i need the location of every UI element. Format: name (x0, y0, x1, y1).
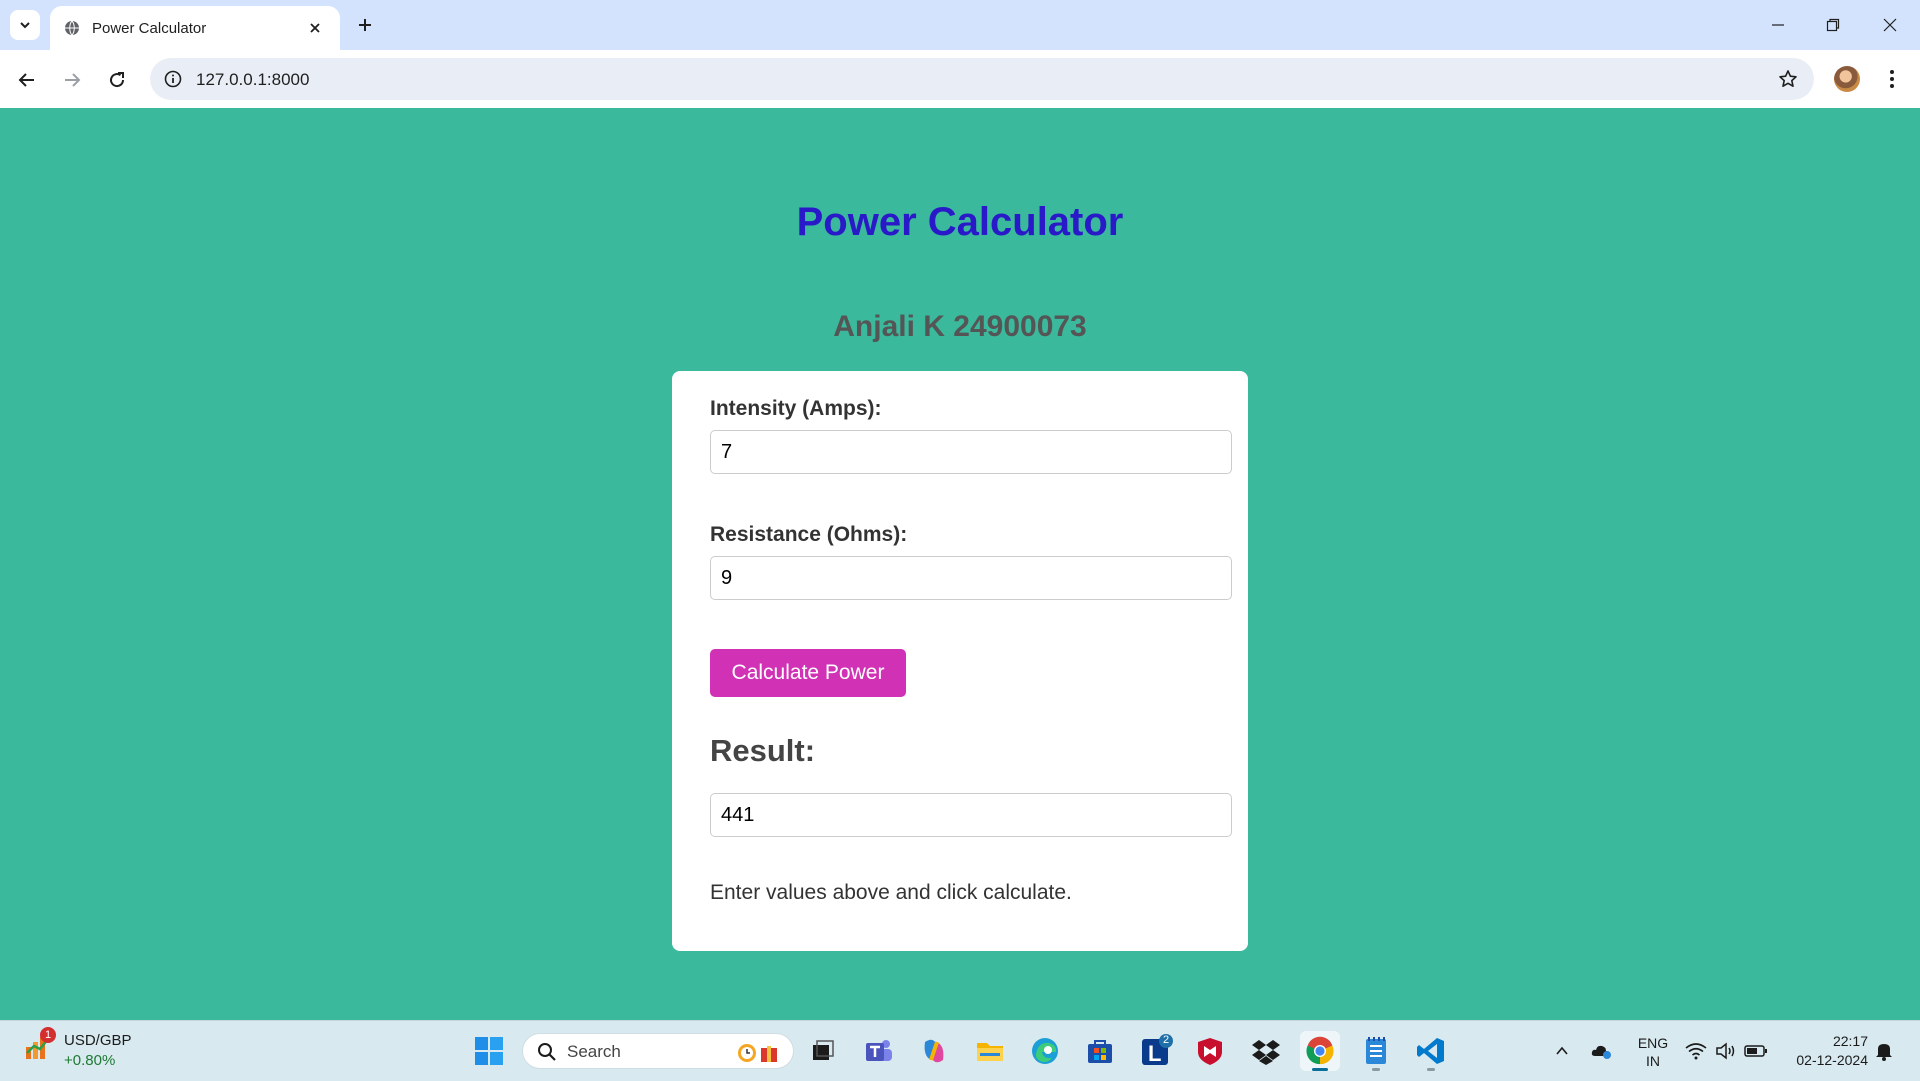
globe-icon (65, 20, 79, 36)
running-app-indicator (1372, 1068, 1380, 1071)
app-badge-count: 2 (1163, 1034, 1170, 1046)
search-label: Search (567, 1042, 621, 1061)
task-view-icon[interactable] (803, 1031, 843, 1071)
intensity-label: Intensity (Amps): (710, 397, 882, 420)
taskbar-search[interactable]: Search (522, 1033, 794, 1069)
page-subtitle: Anjali K 24900073 (833, 310, 1087, 343)
minimize-icon (1772, 24, 1784, 26)
running-app-indicator (1427, 1068, 1435, 1071)
clock-date: 02-12-2024 (1796, 1052, 1868, 1068)
forward-button[interactable] (56, 64, 88, 96)
close-icon (1883, 18, 1897, 32)
battery-icon[interactable] (1744, 1039, 1768, 1063)
intensity-input[interactable]: 7 (710, 430, 1232, 474)
language-code: ENG (1637, 1035, 1669, 1051)
arrow-right-icon (65, 73, 81, 87)
widget-change: +0.80% (64, 1052, 116, 1069)
result-output[interactable]: 441 (710, 793, 1232, 837)
restore-icon (1826, 18, 1840, 32)
file-explorer-icon[interactable] (970, 1031, 1010, 1071)
result-heading: Result: (710, 733, 816, 768)
calculate-power-button[interactable]: Calculate Power (710, 649, 906, 697)
resistance-label: Resistance (Ohms): (710, 523, 908, 546)
chrome-icon[interactable] (1300, 1031, 1340, 1071)
reload-button[interactable] (101, 64, 133, 96)
plus-icon (359, 19, 371, 31)
notification-badge: 1 (40, 1027, 56, 1043)
clock-time: 22:17 (1832, 1033, 1868, 1049)
mcafee-icon[interactable] (1190, 1031, 1230, 1071)
search-icon (538, 1043, 556, 1061)
calculator-card: Intensity (Amps): 7 Resistance (Ohms): 9… (672, 371, 1248, 951)
wifi-icon[interactable] (1684, 1039, 1708, 1063)
browser-tab[interactable]: Power Calculator (50, 6, 340, 50)
widget-title: USD/GBP (64, 1032, 132, 1049)
address-bar[interactable]: 127.0.0.1:8000 (150, 58, 1814, 100)
svg-text:L: L (1148, 1041, 1161, 1066)
region-code: IN (1646, 1053, 1660, 1069)
browser-toolbar: 127.0.0.1:8000 (0, 50, 1920, 108)
vscode-icon[interactable] (1411, 1031, 1451, 1071)
browser-tab-bar: Power Calculator (0, 0, 1920, 50)
taskbar: 1 USD/GBP +0.80% Search L 2 ENG IN 22:17… (0, 1020, 1920, 1081)
copilot-app-icon[interactable] (914, 1031, 954, 1071)
notification-bell-icon[interactable] (1872, 1039, 1896, 1063)
restore-button[interactable] (1813, 10, 1853, 40)
teams-icon[interactable] (859, 1031, 899, 1071)
arrow-left-icon (18, 73, 34, 87)
chevron-down-icon (20, 22, 30, 29)
start-icon[interactable] (469, 1031, 509, 1071)
tab-search-button[interactable] (10, 10, 40, 40)
url-text[interactable]: 127.0.0.1:8000 (196, 70, 309, 90)
site-info-icon[interactable] (162, 68, 184, 90)
active-app-indicator (1312, 1068, 1328, 1071)
profile-avatar[interactable] (1834, 66, 1860, 92)
minimize-button[interactable] (1758, 10, 1798, 40)
weather-stock-widget[interactable]: 1 USD/GBP +0.80% (20, 1027, 160, 1073)
reload-icon (110, 72, 125, 88)
close-tab-icon[interactable] (304, 17, 326, 39)
tab-title: Power Calculator (92, 19, 207, 37)
bookmark-star-icon[interactable] (1776, 67, 1800, 91)
chevron-up-icon[interactable] (1550, 1039, 1574, 1063)
onedrive-icon[interactable] (1590, 1039, 1614, 1063)
page-title: Power Calculator (796, 200, 1124, 244)
close-window-button[interactable] (1870, 10, 1910, 40)
resistance-input[interactable]: 9 (710, 556, 1232, 600)
instruction-text: Enter values above and click calculate. (710, 881, 1072, 904)
volume-icon[interactable] (1714, 1039, 1738, 1063)
back-button[interactable] (11, 64, 43, 96)
new-tab-button[interactable] (352, 12, 378, 38)
dropbox-icon[interactable] (1246, 1031, 1286, 1071)
edge-icon[interactable] (1025, 1031, 1065, 1071)
notepad-icon[interactable] (1356, 1031, 1396, 1071)
more-menu-icon[interactable] (1880, 64, 1904, 94)
language-indicator[interactable]: ENG IN (1636, 1034, 1670, 1070)
system-clock[interactable]: 22:17 02-12-2024 (1778, 1032, 1868, 1070)
copilot-icon (738, 1044, 777, 1062)
linkedin-icon[interactable]: L 2 (1136, 1031, 1176, 1071)
store-icon[interactable] (1080, 1031, 1120, 1071)
